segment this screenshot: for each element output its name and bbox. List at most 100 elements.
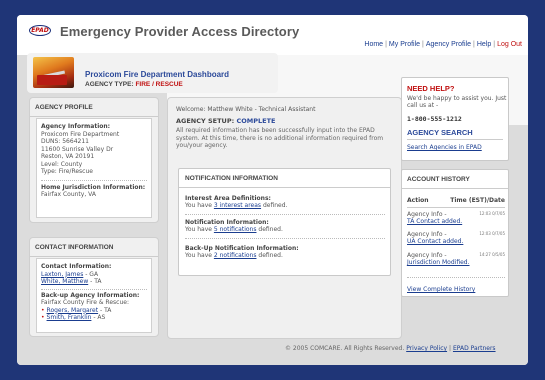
footer-copyright: © 2005 COMCARE. All Rights Reserved. [285, 345, 405, 352]
history-columns: Action Time (EST)/Date [407, 197, 505, 208]
notification-heading: NOTIFICATION INFORMATION [179, 169, 390, 188]
history-action-link[interactable]: TA Contact added. [407, 218, 505, 225]
top-nav: Home | My Profile | Agency Profile | Help | Log … [364, 41, 522, 48]
agency-profile-panel: AGENCY PROFILE Agency Information: Proxi… [29, 97, 159, 223]
text-prefix: You have [185, 226, 214, 233]
nav-separator: | [493, 41, 496, 48]
backup-contact-row: • Smith, Franklin - AS [41, 314, 147, 322]
backup-contact-link[interactable]: Smith, Franklin [47, 314, 92, 321]
nav-separator: | [385, 41, 387, 48]
logo-text: EPAD [31, 27, 49, 34]
agency-profile-body: Agency Information: Proxicom Fire Depart… [36, 118, 152, 218]
divider [41, 288, 147, 290]
search-agencies-link[interactable]: Search Agencies in EPAD [407, 144, 482, 151]
bullet-icon: • [41, 306, 45, 314]
page-container: EPAD Emergency Provider Access Directory… [17, 15, 528, 365]
notification-item-text: You have 2 notifications defined. [185, 252, 299, 259]
footer-separator: | [449, 345, 452, 352]
col-time: Time (EST)/Date [450, 197, 505, 204]
contact-link[interactable]: White, Matthew [41, 278, 88, 285]
contact-info-label: Contact Information: [41, 263, 112, 270]
contact-row: White, Matthew - TA [41, 278, 147, 286]
agency-info-line: Type: Fire/Rescue [41, 168, 93, 175]
epad-partners-link[interactable]: EPAD Partners [453, 345, 496, 352]
contact-info-body: Contact Information: Laxton, James - GA … [36, 258, 152, 333]
backup-contact-link[interactable]: Rogers, Margaret [47, 307, 99, 314]
help-panel: NEED HELP? We'd be happy to assist you. … [401, 77, 509, 161]
agency-info-line: DUNS: 5664211 [41, 138, 89, 145]
account-history-panel: ACCOUNT HISTORY Action Time (EST)/Date A… [401, 169, 509, 297]
home-jurisdiction-label: Home Jurisdiction Information: [41, 183, 146, 191]
dashboard-title: Proxicom Fire Department Dashboard [85, 70, 230, 79]
text-suffix: defined. [256, 252, 283, 259]
agency-type-value: FIRE / RESCUE [135, 81, 183, 88]
notification-item-title: Back-Up Notification Information: [185, 245, 299, 252]
privacy-policy-link[interactable]: Privacy Policy [406, 345, 447, 352]
backup-notifications-link[interactable]: 2 notifications [214, 252, 257, 259]
nav-help[interactable]: Help [477, 41, 491, 48]
setup-message: All required information has been succes… [176, 127, 384, 149]
notification-item-title: Interest Area Definitions: [185, 195, 271, 202]
backup-contact-row: • Rogers, Margaret - TA [41, 307, 147, 315]
header: EPAD Emergency Provider Access Directory… [17, 15, 528, 55]
setup-status-value: COMPLETE [236, 117, 276, 125]
bullet-icon: • [41, 314, 45, 321]
col-action: Action [407, 197, 429, 204]
agency-profile-heading: AGENCY PROFILE [30, 98, 158, 117]
help-phone: 1-800-555-1212 [407, 115, 462, 123]
notifications-link[interactable]: 5 notifications [214, 226, 257, 233]
contact-role: - GA [83, 270, 99, 278]
history-row: Agency Info - UA Contact added. 12:03 0/… [407, 231, 505, 245]
main-panel: Welcome: Matthew White - Technical Assis… [167, 97, 402, 339]
interest-areas-link[interactable]: 3 interest areas [214, 202, 261, 209]
agency-setup-status: AGENCY SETUP: COMPLETE [176, 117, 275, 125]
nav-my-profile[interactable]: My Profile [389, 41, 420, 48]
text-prefix: You have [185, 202, 214, 209]
view-complete-history-link[interactable]: View Complete History [407, 286, 475, 293]
nav-home[interactable]: Home [364, 41, 383, 48]
history-action-link[interactable]: Jurisdiction Modified. [407, 259, 505, 266]
help-body: We'd be happy to assist you. Just call u… [407, 95, 507, 110]
agency-info-line: Proxicom Fire Department [41, 130, 120, 138]
nav-log-out[interactable]: Log Out [497, 41, 522, 48]
agency-info-label: Agency Information: [41, 123, 111, 130]
notification-item: Interest Area Definitions: You have 3 in… [185, 195, 287, 209]
fire-truck-image [33, 57, 74, 88]
agency-type-row: AGENCY TYPE: FIRE / RESCUE [85, 81, 183, 88]
text-suffix: defined. [256, 226, 283, 233]
welcome-text: Welcome: Matthew White - Technical Assis… [176, 106, 316, 113]
setup-label: AGENCY SETUP: [176, 117, 235, 125]
nav-separator: | [473, 41, 475, 48]
agency-info-line: Reston, VA 20191 [41, 153, 95, 160]
history-time: 12:03 0/7/05 [479, 231, 505, 236]
nav-agency-profile[interactable]: Agency Profile [426, 41, 471, 48]
notification-item: Notification Information: You have 5 not… [185, 219, 283, 233]
contact-role: - AS [91, 314, 106, 321]
divider [407, 277, 505, 278]
agency-info-line: Level: County [41, 160, 83, 168]
text-prefix: You have [185, 252, 214, 259]
history-row: Agency Info - Jurisdiction Modified. 14:… [407, 252, 505, 266]
divider [185, 238, 385, 239]
divider [407, 139, 503, 140]
history-time: 14:27 0/5/05 [479, 252, 505, 257]
history-row: Agency Info - TA Contact added. 12:03 0/… [407, 211, 505, 225]
contact-role: - TA [98, 306, 112, 314]
notification-item-title: Notification Information: [185, 219, 269, 226]
notification-item: Back-Up Notification Information: You ha… [185, 245, 299, 259]
text-suffix: defined. [261, 202, 288, 209]
agency-type-label: AGENCY TYPE: [85, 81, 134, 88]
epad-logo[interactable]: EPAD [29, 25, 51, 36]
history-action-link[interactable]: UA Contact added. [407, 238, 505, 245]
notification-panel: NOTIFICATION INFORMATION Interest Area D… [178, 168, 391, 276]
nav-separator: | [422, 41, 424, 48]
history-time: 12:03 0/7/05 [479, 211, 505, 216]
truck-shape [37, 75, 67, 85]
contact-info-panel: CONTACT INFORMATION Contact Information:… [29, 237, 159, 337]
site-title: Emergency Provider Access Directory [60, 24, 300, 39]
contact-link[interactable]: Laxton, James [41, 271, 83, 278]
agency-search-title: AGENCY SEARCH [407, 128, 473, 137]
notification-item-text: You have 3 interest areas defined. [185, 202, 287, 209]
home-jurisdiction-value: Fairfax County, VA [41, 191, 96, 198]
backup-agency-name: Fairfax County Fire & Rescue: [41, 299, 129, 306]
